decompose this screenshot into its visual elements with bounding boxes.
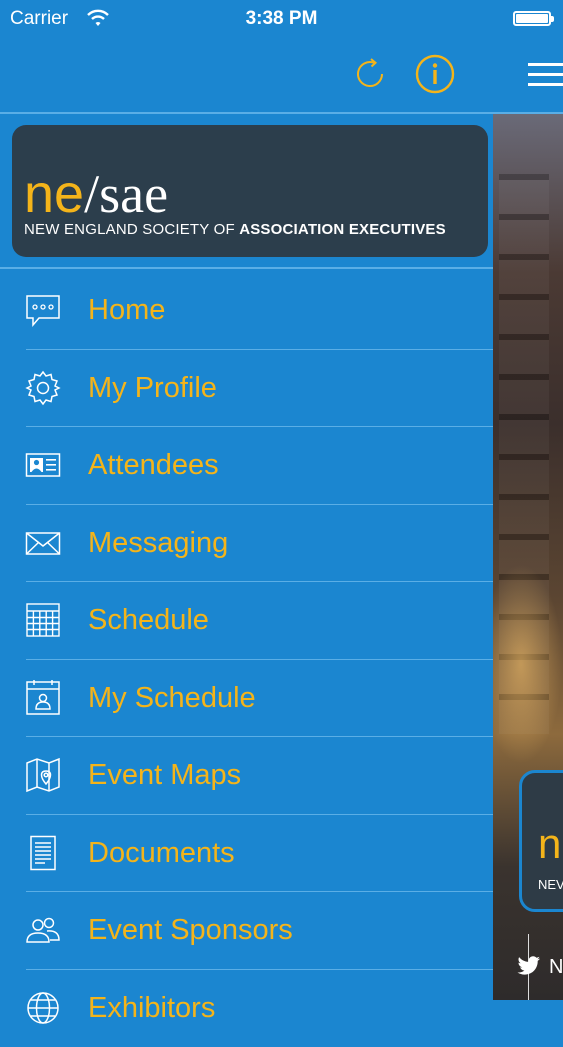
street-light-glow (493, 564, 563, 764)
menu-label-event-sponsors: Event Sponsors (88, 912, 293, 948)
menu-item-documents[interactable]: Documents (0, 815, 493, 893)
menu-label-documents: Documents (88, 835, 235, 871)
menu-item-schedule[interactable]: Schedule (0, 582, 493, 660)
hamburger-menu-icon[interactable] (526, 60, 563, 90)
background-logo-text: NEV (538, 877, 563, 892)
battery-icon (513, 11, 551, 26)
chat-bubble-icon (25, 292, 61, 328)
background-photo: n NEV N (493, 114, 563, 1000)
menu-label-my-profile: My Profile (88, 370, 217, 406)
user-calendar-icon (25, 680, 61, 716)
menu-item-my-schedule[interactable]: My Schedule (0, 660, 493, 738)
logo-tagline-regular: NEW ENGLAND SOCIETY OF (24, 221, 239, 238)
logo-divider (0, 267, 493, 269)
menu-label-schedule: Schedule (88, 602, 209, 638)
menu-item-exhibitors[interactable]: Exhibitors (0, 970, 493, 1047)
logo-wordmark: ne/sae (24, 167, 168, 221)
top-toolbar (0, 40, 563, 114)
calendar-icon (25, 602, 61, 638)
menu-label-attendees: Attendees (88, 447, 219, 483)
status-bar: Carrier 3:38 PM (0, 0, 563, 40)
logo-ne: ne (24, 164, 84, 224)
info-icon[interactable] (414, 53, 456, 95)
background-logo-fragment: n (538, 823, 561, 865)
twitter-icon (517, 956, 541, 976)
refresh-icon[interactable] (352, 56, 388, 92)
logo-tagline: NEW ENGLAND SOCIETY OF ASSOCIATION EXECU… (24, 221, 446, 238)
globe-icon (25, 990, 61, 1026)
people-icon (25, 912, 61, 948)
background-logo-card: n NEV (519, 770, 563, 912)
gear-icon (25, 370, 61, 406)
id-card-icon (25, 447, 61, 483)
logo-tagline-bold: ASSOCIATION EXECUTIVES (239, 221, 446, 238)
envelope-icon (25, 525, 61, 561)
menu-label-messaging: Messaging (88, 525, 228, 561)
logo-slash: / (84, 164, 99, 224)
twitter-text-fragment: N (549, 956, 563, 979)
menu-item-attendees[interactable]: Attendees (0, 427, 493, 505)
logo-sae: sae (99, 164, 168, 224)
menu-label-exhibitors: Exhibitors (88, 990, 215, 1026)
menu-label-home: Home (88, 292, 165, 328)
menu-item-event-maps[interactable]: Event Maps (0, 737, 493, 815)
status-time: 3:38 PM (0, 8, 563, 30)
menu-label-event-maps: Event Maps (88, 757, 241, 793)
side-drawer: ne/sae NEW ENGLAND SOCIETY OF ASSOCIATIO… (0, 114, 493, 1000)
menu-item-messaging[interactable]: Messaging (0, 505, 493, 583)
menu-label-my-schedule: My Schedule (88, 680, 256, 716)
menu-item-home[interactable]: Home (0, 272, 493, 350)
map-icon (25, 757, 61, 793)
nesae-logo: ne/sae NEW ENGLAND SOCIETY OF ASSOCIATIO… (12, 125, 488, 257)
drawer-menu: Home My Profile (0, 272, 493, 1047)
document-icon (25, 835, 61, 871)
menu-item-event-sponsors[interactable]: Event Sponsors (0, 892, 493, 970)
menu-item-my-profile[interactable]: My Profile (0, 350, 493, 428)
